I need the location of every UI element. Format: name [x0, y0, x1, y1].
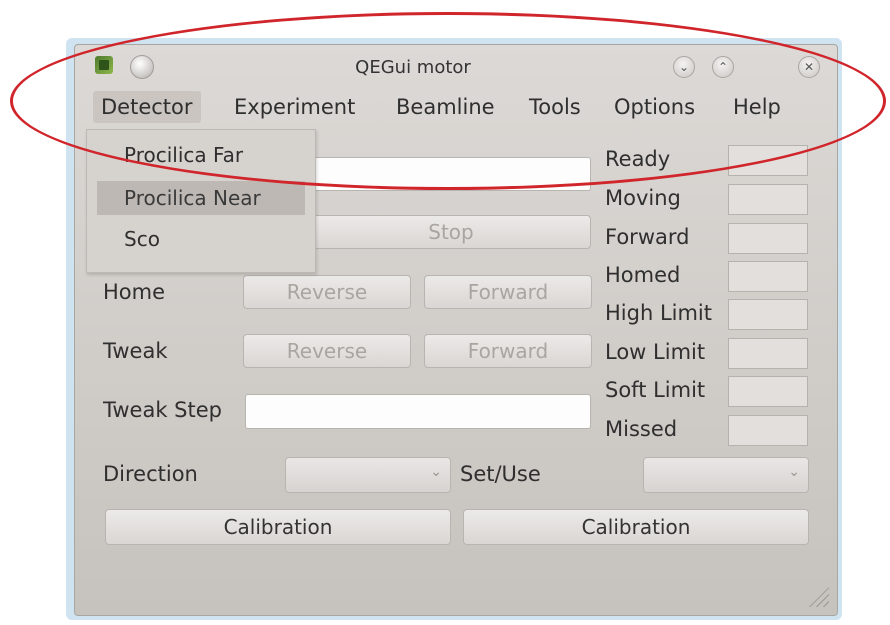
status-led-missed — [728, 415, 808, 446]
window-title: QEGui motor — [355, 57, 471, 78]
menu-tools[interactable]: Tools — [521, 91, 589, 123]
status-led-high-limit — [728, 299, 808, 330]
menu-bar: Detector Experiment Beamline Tools Optio… — [75, 91, 837, 125]
tweak-step-label: Tweak Step — [103, 398, 222, 422]
calibration-button-left[interactable]: Calibration — [105, 509, 451, 545]
chevron-down-icon[interactable]: ⌄ — [673, 56, 695, 78]
status-label-missed: Missed — [605, 417, 678, 441]
title-bar: QEGui motor ⌄ ⌃ ✕ — [75, 45, 837, 89]
menu-beamline[interactable]: Beamline — [388, 91, 503, 123]
status-led-forward — [728, 223, 808, 254]
home-forward-button[interactable]: Forward — [424, 275, 592, 309]
position-input[interactable] — [311, 157, 591, 191]
status-led-soft-limit — [728, 376, 808, 407]
menu-experiment[interactable]: Experiment — [226, 91, 363, 123]
home-label: Home — [103, 280, 166, 304]
close-icon[interactable]: ✕ — [798, 56, 820, 78]
status-label-low-limit: Low Limit — [605, 340, 706, 364]
menu-options[interactable]: Options — [606, 91, 703, 123]
tweak-reverse-button[interactable]: Reverse — [243, 334, 411, 368]
direction-select[interactable]: ⌄ — [285, 457, 451, 493]
calibration-button-right[interactable]: Calibration — [463, 509, 809, 545]
resize-grip-icon[interactable] — [809, 587, 829, 607]
menu-option-procilica-far[interactable]: Procilica Far — [97, 138, 305, 172]
status-led-low-limit — [728, 338, 808, 369]
status-label-moving: Moving — [605, 186, 681, 210]
menu-detector[interactable]: Detector — [93, 91, 201, 123]
setuse-select[interactable]: ⌄ — [643, 457, 809, 493]
chevron-down-icon: ⌄ — [788, 464, 800, 480]
status-label-homed: Homed — [605, 263, 681, 287]
direction-label: Direction — [103, 462, 198, 486]
home-reverse-button[interactable]: Reverse — [243, 275, 411, 309]
chevron-up-icon[interactable]: ⌃ — [712, 56, 734, 78]
status-label-high-limit: High Limit — [605, 301, 712, 325]
tweak-label: Tweak — [103, 339, 168, 363]
chevron-down-icon: ⌄ — [430, 464, 442, 480]
status-led-moving — [728, 184, 808, 215]
detector-dropdown-menu: Procilica Far Procilica Near Sco — [86, 129, 316, 273]
status-label-soft-limit: Soft Limit — [605, 378, 706, 402]
menu-option-sco[interactable]: Sco — [97, 222, 305, 256]
tweak-forward-button[interactable]: Forward — [424, 334, 592, 368]
status-label-forward: Forward — [605, 225, 690, 249]
status-label-ready: Ready — [605, 147, 671, 171]
tweak-step-input[interactable] — [245, 394, 591, 429]
app-window: QEGui motor ⌄ ⌃ ✕ Detector Experiment Be… — [74, 44, 838, 616]
status-led-homed — [728, 261, 808, 292]
status-led-ready — [728, 145, 808, 176]
menu-option-procilica-near[interactable]: Procilica Near — [97, 181, 305, 215]
menu-help[interactable]: Help — [725, 91, 789, 123]
stop-button[interactable]: Stop — [311, 215, 591, 249]
setuse-label: Set/Use — [460, 462, 541, 486]
